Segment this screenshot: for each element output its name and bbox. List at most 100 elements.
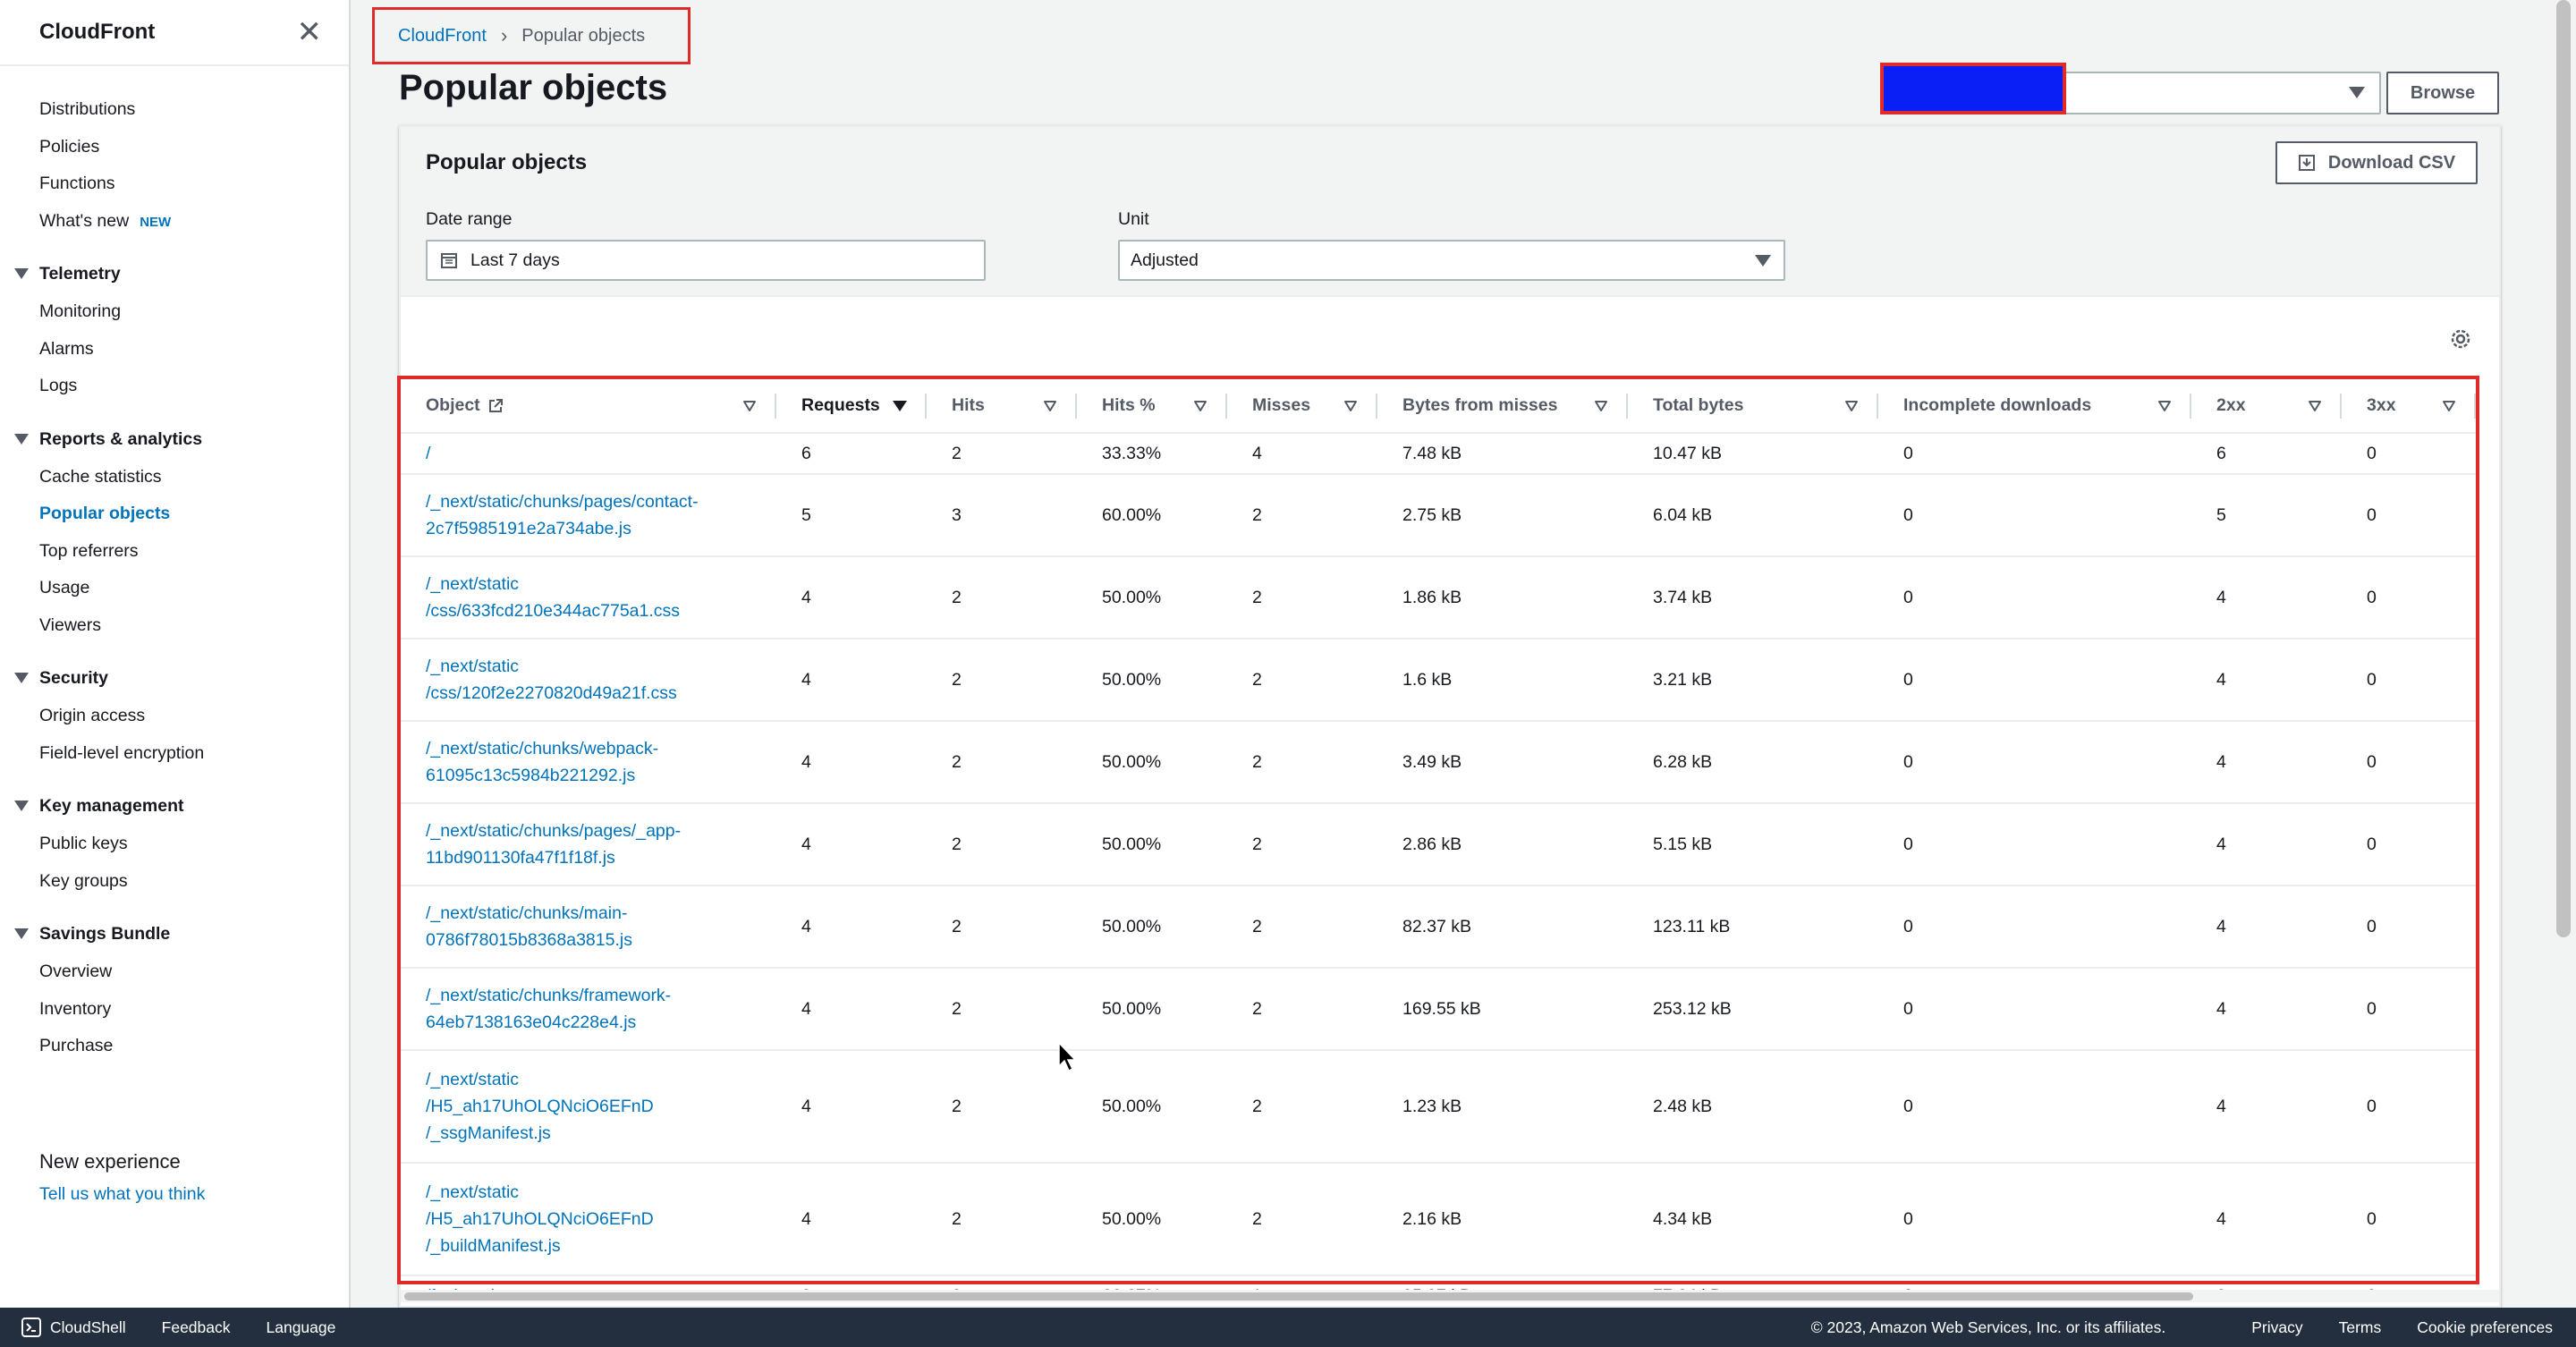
gear-icon[interactable] (2447, 326, 2474, 352)
status-2xx-cell: 4 (2191, 803, 2342, 886)
sort-icon[interactable] (2308, 400, 2322, 412)
cookie-preferences-link[interactable]: Cookie preferences (2417, 1318, 2553, 1337)
distribution-select[interactable] (1880, 63, 2381, 114)
sort-icon[interactable] (1844, 400, 1859, 412)
cloudshell-button[interactable]: CloudShell (21, 1317, 126, 1337)
sort-icon[interactable] (1343, 400, 1358, 412)
privacy-link[interactable]: Privacy (2251, 1318, 2302, 1337)
unit-select[interactable]: Adjusted (1118, 240, 1785, 281)
object-link[interactable]: /_next/static/css/120f2e2270820d49a21f.c… (426, 657, 677, 703)
object-path-segment: 61095c13c5984b221292.js (426, 766, 636, 785)
object-path-segment: /_ssgManifest.js (426, 1123, 551, 1143)
column-header-inner: Hits (952, 395, 1077, 416)
sidebar-section-security[interactable]: Security (0, 658, 349, 698)
sidebar-item-alarms[interactable]: Alarms (0, 331, 349, 369)
object-link[interactable]: /_next/static/H5_ah17UhOLQNciO6EFnD /_bui… (426, 1182, 654, 1256)
sort-icon[interactable] (1043, 400, 1057, 412)
sidebar-item-top-referrers[interactable]: Top referrers (0, 533, 349, 571)
mouse-pointer-icon (1058, 1041, 1077, 1072)
hits-percent-cell: 60.00% (1077, 474, 1227, 557)
horizontal-scrollbar-thumb[interactable] (404, 1292, 2193, 1300)
sidebar-item-policies[interactable]: Policies (0, 129, 349, 166)
sort-icon[interactable] (1594, 400, 1608, 412)
date-range-picker[interactable]: Last 7 days (426, 240, 986, 281)
sort-icon[interactable] (2157, 400, 2172, 412)
browse-button[interactable]: Browse (2386, 72, 2499, 114)
object-link[interactable]: /_next/static/chunks/pages/_app- 11bd9011… (426, 821, 681, 868)
object-link[interactable]: /_next/static/css/633fcd210e344ac775a1.c… (426, 574, 680, 621)
object-link[interactable]: /_next/static/chunks/framework- 64eb71381… (426, 986, 671, 1032)
sidebar-section-reports-analytics[interactable]: Reports & analytics (0, 419, 349, 459)
sort-icon[interactable] (2442, 400, 2456, 412)
sidebar-item-overview[interactable]: Overview (0, 953, 349, 991)
language-button[interactable]: Language (267, 1318, 336, 1337)
sidebar-item-inventory[interactable]: Inventory (0, 991, 349, 1029)
object-link[interactable]: / (426, 444, 430, 463)
incomplete-downloads-cell: 0 (1878, 639, 2191, 722)
column-header-bytes-from-misses[interactable]: Bytes from misses (1377, 379, 1628, 434)
cloudshell-label: CloudShell (50, 1317, 126, 1336)
sort-descending-icon[interactable] (893, 400, 907, 411)
column-header-status-2xx[interactable]: 2xx (2191, 379, 2342, 434)
sidebar-section-savings-bundle[interactable]: Savings Bundle (0, 914, 349, 953)
sidebar-item-distributions[interactable]: Distributions (0, 91, 349, 129)
column-header-object[interactable]: Object (401, 379, 776, 434)
object-link[interactable]: /_next/static/chunks/webpack- 61095c13c59… (426, 739, 658, 785)
column-header-status-3xx[interactable]: 3xx (2342, 379, 2476, 434)
sidebar-item-label: Field-level encryption (39, 742, 205, 763)
sidebar-item-what-s-new[interactable]: What's new NEW (0, 203, 349, 241)
hits-percent-cell: 50.00% (1077, 1050, 1227, 1164)
column-header-title: Hits % (1102, 395, 1156, 416)
sidebar-item-logs[interactable]: Logs (0, 368, 349, 405)
sidebar-item-key-groups[interactable]: Key groups (0, 863, 349, 901)
copyright-text: © 2023, Amazon Web Services, Inc. or its… (1810, 1317, 2166, 1336)
vertical-scrollbar-thumb[interactable] (2556, 0, 2571, 937)
column-header-requests[interactable]: Requests (776, 379, 927, 434)
date-range-label: Date range (426, 209, 513, 229)
sidebar-item-functions[interactable]: Functions (0, 165, 349, 203)
sidebar-section-key-management[interactable]: Key management (0, 786, 349, 826)
sidebar-item-label: Cache statistics (39, 466, 162, 487)
download-csv-button[interactable]: Download CSV (2275, 141, 2478, 184)
column-header-hits[interactable]: Hits % (1077, 379, 1227, 434)
sort-icon[interactable] (1193, 400, 1208, 412)
feedback-button[interactable]: Feedback (162, 1318, 231, 1337)
sidebar-section-telemetry[interactable]: Telemetry (0, 254, 349, 293)
sidebar-item-origin-access[interactable]: Origin access (0, 698, 349, 735)
object-path-segment: /css/120f2e2270820d49a21f.css (426, 683, 677, 703)
caret-down-icon (2349, 87, 2365, 98)
column-header-total-bytes[interactable]: Total bytes (1628, 379, 1878, 434)
sidebar-item-usage[interactable]: Usage (0, 570, 349, 607)
sidebar-item-popular-objects[interactable]: Popular objects (0, 496, 349, 533)
object-link[interactable]: /_next/static/chunks/main- 0786f78015b836… (426, 903, 632, 950)
sidebar-item-public-keys[interactable]: Public keys (0, 826, 349, 863)
column-header-incomplete-downloads[interactable]: Incomplete downloads (1878, 379, 2191, 434)
sidebar-title[interactable]: CloudFront (39, 20, 155, 45)
column-header-label: Total bytes (1653, 395, 1744, 415)
total-bytes-cell: 10.47 kB (1628, 433, 1878, 475)
sidebar-item-cache-statistics[interactable]: Cache statistics (0, 459, 349, 496)
sidebar-item-viewers[interactable]: Viewers (0, 607, 349, 645)
requests-cell: 4 (776, 968, 927, 1051)
status-3xx-cell: 0 (2342, 803, 2476, 886)
object-link[interactable]: /_next/static/chunks/pages/contact- 2c7f5… (426, 492, 699, 538)
close-icon[interactable]: ✕ (297, 17, 323, 47)
breadcrumb-cloudfront-link[interactable]: CloudFront (398, 26, 487, 47)
status-2xx-cell: 6 (2191, 433, 2342, 475)
sidebar-section-title: Savings Bundle (39, 924, 171, 944)
feedback-link[interactable]: Tell us what you think (39, 1184, 205, 1205)
sidebar-item-purchase[interactable]: Purchase (0, 1028, 349, 1065)
sidebar-item-monitoring[interactable]: Monitoring (0, 293, 349, 331)
terms-link[interactable]: Terms (2339, 1318, 2382, 1337)
hits-cell: 2 (927, 968, 1077, 1051)
horizontal-scrollbar[interactable] (401, 1290, 2499, 1302)
sort-icon[interactable] (742, 400, 757, 412)
sidebar-item-field-level-encryption[interactable]: Field-level encryption (0, 735, 349, 773)
column-header-hits[interactable]: Hits (927, 379, 1077, 434)
total-bytes-cell: 123.11 kB (1628, 885, 1878, 969)
object-link[interactable]: /_next/static/H5_ah17UhOLQNciO6EFnD /_ssg… (426, 1070, 654, 1143)
unit-value: Adjusted (1131, 250, 1199, 270)
column-header-misses[interactable]: Misses (1227, 379, 1377, 434)
bytes-from-misses-cell: 2.16 kB (1377, 1163, 1628, 1276)
total-bytes-cell: 2.48 kB (1628, 1050, 1878, 1164)
